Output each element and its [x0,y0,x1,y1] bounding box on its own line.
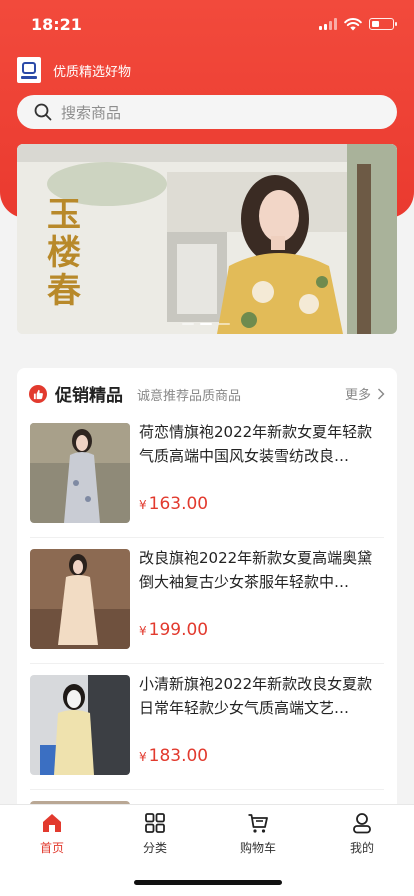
status-icons [319,17,397,31]
tab-category[interactable]: 分类 [115,812,195,856]
status-bar: 18:21 [0,0,414,50]
home-indicator [134,880,282,885]
banner-dot[interactable] [182,323,194,325]
chevron-right-icon [378,388,385,399]
product-image [30,423,130,523]
grid-icon [145,813,165,833]
tab-label: 我的 [349,841,374,855]
wifi-icon [344,18,362,31]
tab-label: 首页 [39,841,64,855]
cellular-signal-icon [319,18,337,30]
product-name: 改良旗袍2022年新款女夏高端奥黛倒大袖复古少女茶服年轻款中… [139,549,373,591]
user-icon [353,813,371,834]
home-icon [43,814,61,832]
brand-logo [17,57,41,83]
product-price: ¥163.00 [139,494,209,514]
tab-home[interactable]: 首页 [12,812,92,856]
search-placeholder: 搜索商品 [61,103,122,122]
search-icon [34,103,52,121]
tab-label: 分类 [142,841,167,855]
banner-pagination [182,323,230,325]
product-item[interactable]: 荷恋情旗袍2022年新款女夏年轻款气质高端中国风女装雪纺改良… ¥163.00 [30,420,384,538]
banner-dot-active[interactable] [200,323,212,325]
promo-banner[interactable]: 玉楼春 [17,144,397,334]
thumbs-up-icon [29,385,47,403]
more-link[interactable]: 更多 [345,384,385,403]
product-price: ¥183.00 [139,746,209,766]
promo-title: 促销精品 [55,386,123,406]
product-image [30,675,130,775]
tab-cart[interactable]: 购物车 [218,812,298,856]
banner-title: 玉楼春 [47,195,81,311]
product-price: ¥199.00 [139,620,209,640]
search-input[interactable]: 搜索商品 [17,95,397,129]
promo-subtitle: 诚意推荐品质商品 [137,389,242,404]
product-name: 小清新旗袍2022年新款改良女夏款日常年轻款少女气质高端文艺… [139,675,373,717]
product-image [30,549,130,649]
product-name: 荷恋情旗袍2022年新款女夏年轻款气质高端中国风女装雪纺改良… [139,423,373,465]
product-item[interactable]: 改良旗袍2022年新款女夏高端奥黛倒大袖复古少女茶服年轻款中… ¥199.00 [30,546,384,664]
promo-header: 促销精品 诚意推荐品质商品 更多 [17,368,397,418]
banner-dot[interactable] [218,323,230,325]
brand-tagline: 优质精选好物 [53,64,132,80]
more-label: 更多 [344,388,371,403]
promo-section: 促销精品 诚意推荐品质商品 更多 荷恋情旗袍2022年新款女夏年轻款气质高端中国… [17,368,397,818]
product-item[interactable]: 小清新旗袍2022年新款改良女夏款日常年轻款少女气质高端文艺… ¥183.00 [30,672,384,790]
status-time: 18:21 [31,15,82,34]
battery-icon [369,18,397,30]
tab-label: 购物车 [239,841,276,855]
tab-profile[interactable]: 我的 [322,812,402,856]
cart-icon [248,814,268,833]
brand-row: 优质精选好物 [17,56,131,84]
